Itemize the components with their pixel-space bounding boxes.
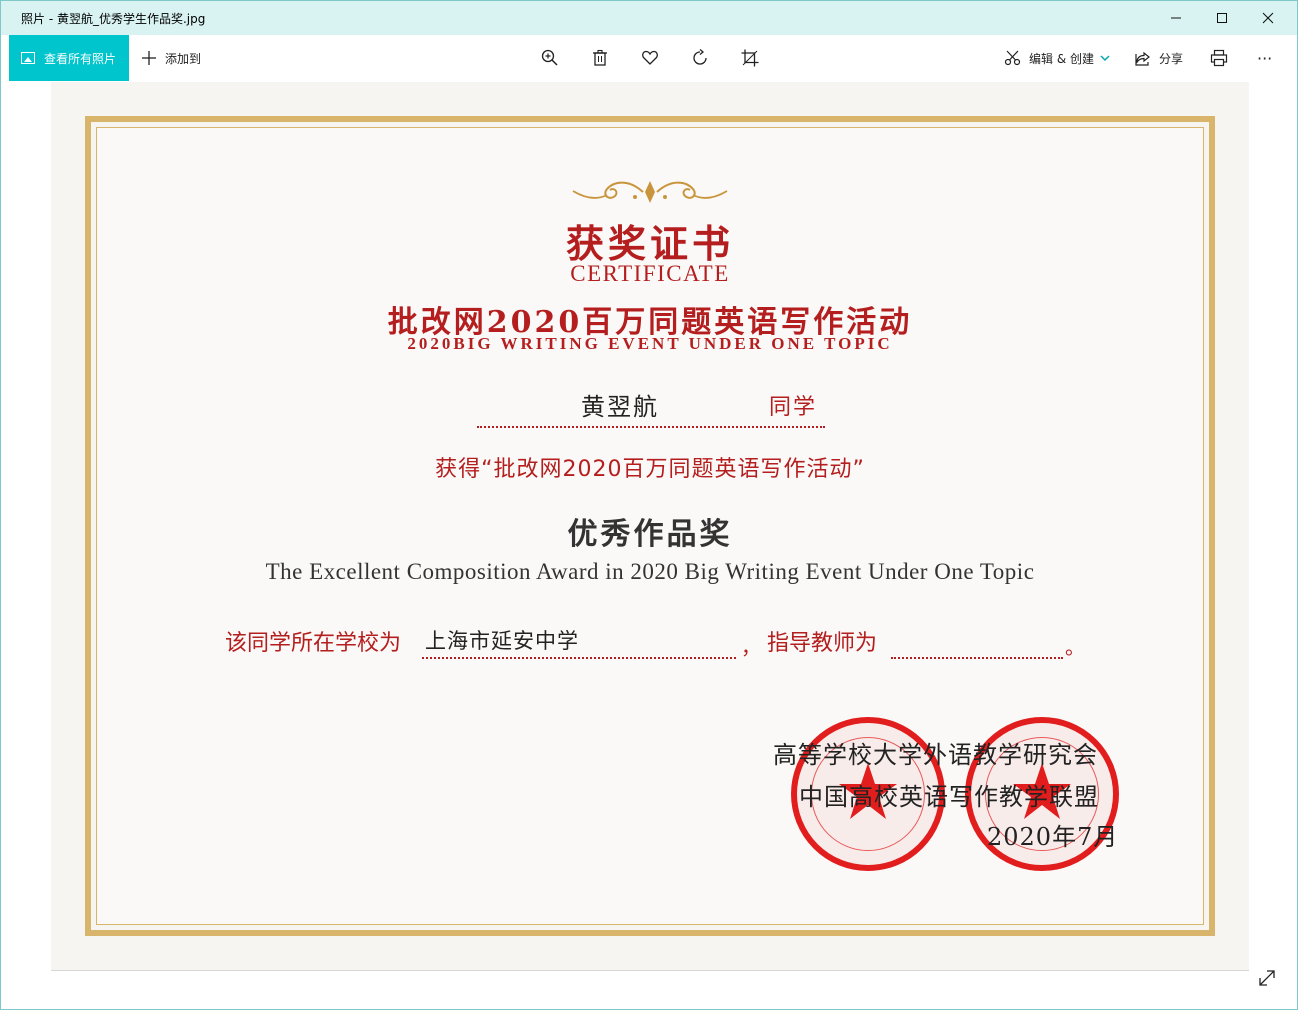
delete-button[interactable] xyxy=(589,47,611,69)
share-button[interactable]: 分享 xyxy=(1134,35,1183,81)
certificate-title-en: CERTIFICATE xyxy=(570,261,730,286)
classmate-label: 同学 xyxy=(769,395,818,420)
award-name-en: The Excellent Composition Award in 2020 … xyxy=(265,559,1035,584)
heart-icon xyxy=(642,50,658,65)
minimize-icon xyxy=(1171,17,1181,19)
event-name-en: 2020BIG WRITING EVENT UNDER ONE TOPIC xyxy=(407,334,893,353)
plus-icon xyxy=(142,51,156,65)
maximize-icon xyxy=(1217,13,1227,23)
share-icon xyxy=(1135,51,1150,66)
rotate-icon xyxy=(693,49,707,65)
rotate-button[interactable] xyxy=(689,47,711,69)
print-button[interactable] xyxy=(1208,47,1230,69)
edit-scissors-icon xyxy=(1004,50,1021,66)
close-button[interactable] xyxy=(1245,1,1291,35)
filmstrip-divider xyxy=(51,970,1249,971)
ornament-icon xyxy=(572,181,728,203)
toolbar: 查看所有照片 添加到 编辑 & 创建 分享 ··· xyxy=(1,35,1297,81)
issuer-1: 高等学校大学外语教学研究会 xyxy=(773,741,1098,769)
trash-icon xyxy=(593,49,607,66)
school-label: 该同学所在学校为 xyxy=(225,631,402,656)
crop-icon xyxy=(741,49,759,67)
title-bar: 照片 - 黄翌航_优秀学生作品奖.jpg xyxy=(1,1,1297,35)
zoom-button[interactable] xyxy=(539,47,561,69)
window-title: 照片 - 黄翌航_优秀学生作品奖.jpg xyxy=(21,12,206,26)
comma: ， xyxy=(741,635,761,659)
close-icon xyxy=(1262,12,1274,24)
issuer-2: 中国高校英语写作教学联盟 xyxy=(799,783,1099,811)
maximize-button[interactable] xyxy=(1199,1,1245,35)
view-all-label: 查看所有照片 xyxy=(44,51,117,66)
teacher-underline xyxy=(891,657,1063,659)
period: 。 xyxy=(1065,635,1085,659)
award-sentence: 获得“批改网2020百万同题英语写作活动” xyxy=(435,457,865,482)
chevron-down-icon xyxy=(1100,55,1110,62)
crop-button[interactable] xyxy=(739,47,761,69)
more-button[interactable]: ··· xyxy=(1257,35,1272,81)
favorite-button[interactable] xyxy=(639,47,661,69)
student-name: 黄翌航 xyxy=(581,393,659,421)
more-options-icon: ··· xyxy=(1257,48,1273,68)
share-label: 分享 xyxy=(1159,51,1184,66)
teacher-label: 指导教师为 xyxy=(767,631,878,656)
award-name-cn: 优秀作品奖 xyxy=(567,517,733,552)
photos-app-window: 照片 - 黄翌航_优秀学生作品奖.jpg 查看所有照片 添加到 编辑 & 创建 … xyxy=(0,0,1298,1010)
zoom-in-icon xyxy=(541,49,558,66)
view-all-photos-button[interactable]: 查看所有照片 xyxy=(9,35,129,81)
add-to-label: 添加到 xyxy=(165,51,202,66)
printer-icon xyxy=(1210,49,1228,67)
certificate-title-cn: 获奖证书 xyxy=(565,221,734,266)
photo-icon xyxy=(21,52,35,64)
name-underline xyxy=(477,426,825,428)
school-underline xyxy=(422,657,736,659)
minimize-button[interactable] xyxy=(1153,1,1199,35)
edit-create-label: 编辑 & 创建 xyxy=(1029,51,1094,66)
issue-date: 2020年7月 xyxy=(987,823,1119,851)
edit-create-button[interactable]: 编辑 & 创建 xyxy=(1004,35,1110,81)
full-screen-icon[interactable] xyxy=(1257,968,1277,988)
school-name: 上海市延安中学 xyxy=(425,629,579,653)
add-to-button[interactable]: 添加到 xyxy=(141,35,201,81)
